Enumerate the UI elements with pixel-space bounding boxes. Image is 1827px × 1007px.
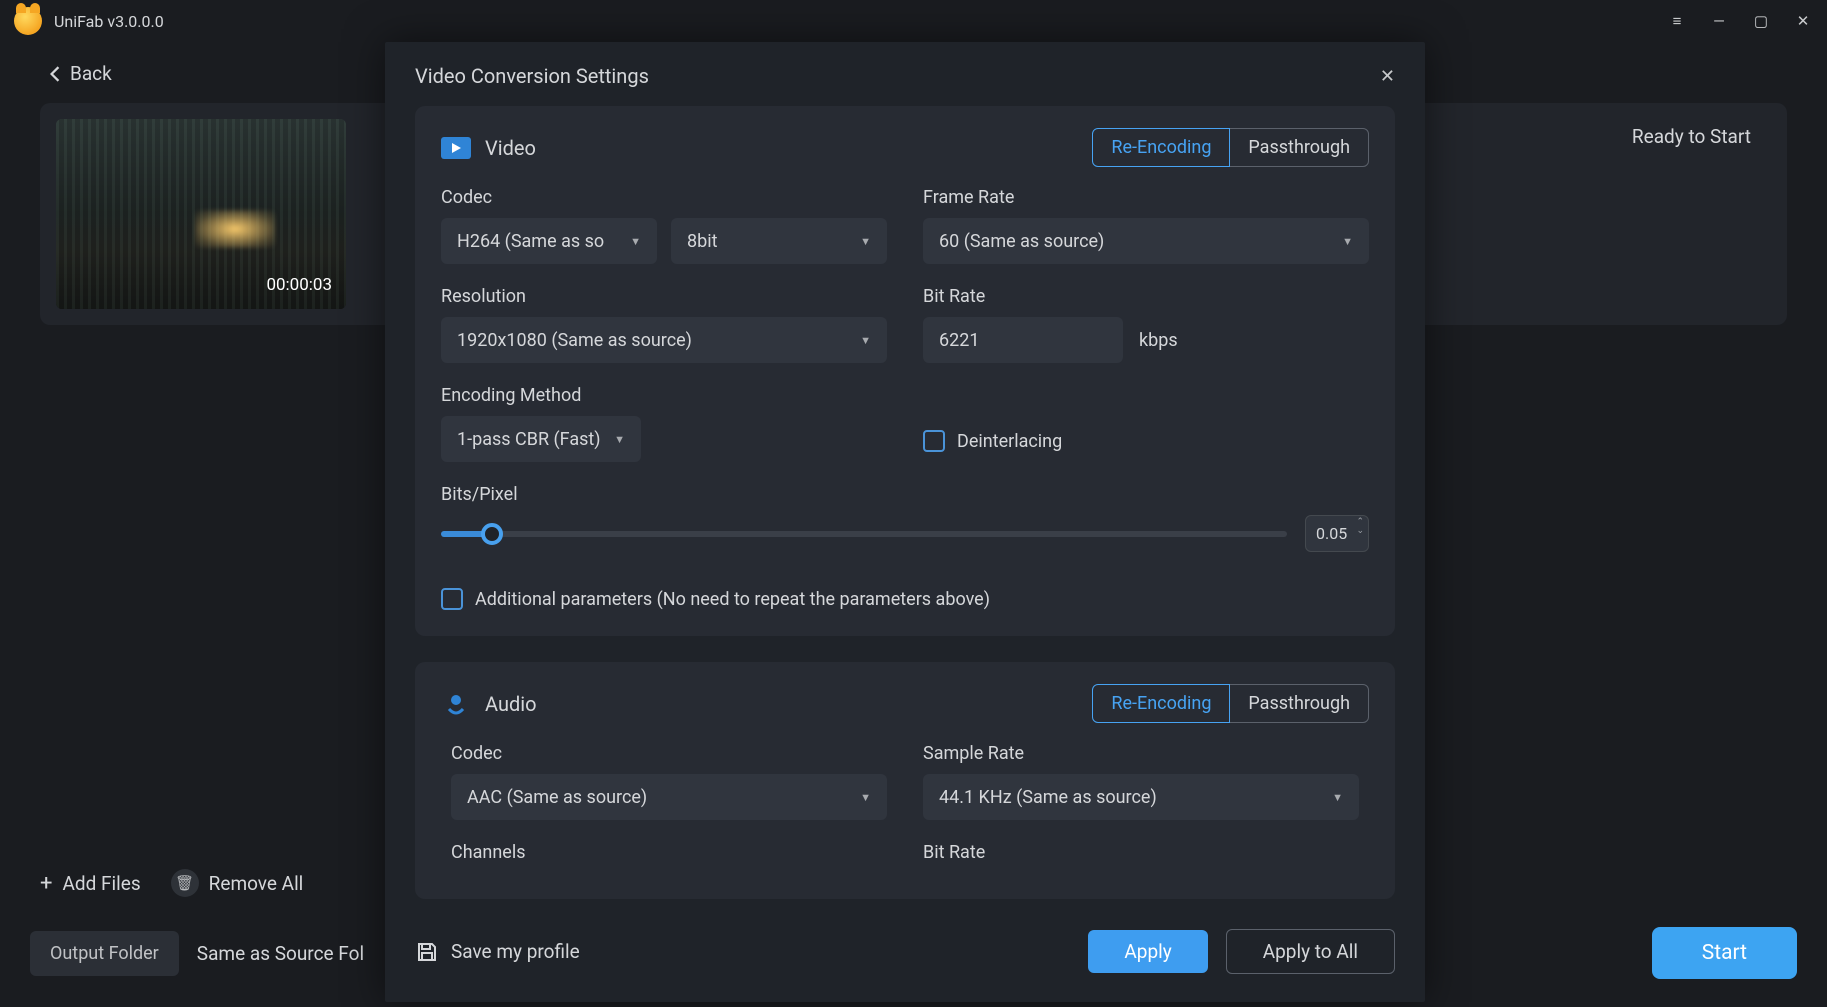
channels-label: Channels (451, 842, 887, 863)
chevron-down-icon: ▼ (614, 433, 625, 446)
deinterlacing-checkbox[interactable] (923, 430, 945, 452)
audio-codec-label: Codec (451, 743, 887, 764)
audio-passthrough-tab[interactable]: Passthrough (1229, 684, 1369, 723)
video-thumbnail[interactable]: 00:00:03 (56, 119, 346, 309)
resolution-label: Resolution (441, 286, 887, 307)
bitrate-label: Bit Rate (923, 286, 1369, 307)
audio-codec-select[interactable]: AAC (Same as source)▼ (451, 774, 887, 820)
bitrate-input[interactable]: 6221 (923, 317, 1123, 363)
audio-bitrate-label: Bit Rate (923, 842, 1359, 863)
output-folder-label[interactable]: Output Folder (30, 931, 179, 976)
bits-pixel-label: Bits/Pixel (441, 484, 1369, 505)
encoding-method-label: Encoding Method (441, 385, 887, 406)
maximize-button[interactable]: ▢ (1751, 11, 1771, 31)
bitrate-unit: kbps (1139, 330, 1178, 351)
file-status: Ready to Start (1632, 125, 1751, 148)
encoding-method-select[interactable]: 1-pass CBR (Fast)▼ (441, 416, 641, 462)
video-passthrough-tab[interactable]: Passthrough (1229, 128, 1369, 167)
resolution-select[interactable]: 1920x1080 (Same as source)▼ (441, 317, 887, 363)
framerate-select[interactable]: 60 (Same as source)▼ (923, 218, 1369, 264)
video-section-title: Video (485, 136, 536, 160)
back-label: Back (70, 62, 112, 85)
chevron-down-icon: ▼ (1332, 791, 1343, 804)
codec-label: Codec (441, 187, 887, 208)
video-bitdepth-select[interactable]: 8bit▼ (671, 218, 887, 264)
add-files-button[interactable]: + Add Files (40, 871, 141, 896)
audio-icon (441, 693, 471, 715)
remove-all-button[interactable]: 🗑 Remove All (171, 869, 304, 897)
chevron-down-icon: ▼ (860, 334, 871, 347)
close-button[interactable]: ✕ (1793, 11, 1813, 31)
menu-icon[interactable]: ≡ (1667, 11, 1687, 31)
back-icon (50, 66, 60, 82)
video-conversion-settings-dialog: Video Conversion Settings ✕ Video Re-Enc… (385, 42, 1425, 1002)
trash-icon: 🗑 (171, 869, 199, 897)
apply-button[interactable]: Apply (1088, 930, 1207, 973)
chevron-down-icon: ▼ (860, 791, 871, 804)
save-profile-button[interactable]: Save my profile (415, 940, 580, 964)
video-re-encoding-tab[interactable]: Re-Encoding (1092, 128, 1230, 167)
minimize-button[interactable]: — (1709, 11, 1729, 31)
bits-pixel-value[interactable]: 0.05 (1305, 515, 1369, 552)
start-button[interactable]: Start (1652, 927, 1797, 979)
video-codec-select[interactable]: H264 (Same as so▼ (441, 218, 657, 264)
audio-re-encoding-tab[interactable]: Re-Encoding (1092, 684, 1230, 723)
audio-section: Audio Re-Encoding Passthrough Codec AAC … (415, 662, 1395, 899)
titlebar: UniFab v3.0.0.0 ≡ — ▢ ✕ (0, 0, 1827, 42)
video-duration: 00:00:03 (266, 275, 332, 295)
bits-pixel-slider[interactable] (441, 531, 1287, 537)
chevron-down-icon: ▼ (1342, 235, 1353, 248)
plus-icon: + (40, 871, 52, 896)
video-section: Video Re-Encoding Passthrough Codec H264… (415, 106, 1395, 636)
output-folder-path: Same as Source Fol (197, 942, 364, 965)
audio-mode-toggle: Re-Encoding Passthrough (1092, 684, 1369, 723)
dialog-close-button[interactable]: ✕ (1380, 66, 1395, 87)
additional-params-label: Additional parameters (No need to repeat… (475, 589, 990, 610)
samplerate-label: Sample Rate (923, 743, 1359, 764)
save-icon (415, 940, 439, 964)
chevron-down-icon: ▼ (860, 235, 871, 248)
framerate-label: Frame Rate (923, 187, 1369, 208)
chevron-down-icon: ▼ (630, 235, 641, 248)
dialog-title: Video Conversion Settings (415, 64, 649, 88)
samplerate-select[interactable]: 44.1 KHz (Same as source)▼ (923, 774, 1359, 820)
audio-section-title: Audio (485, 692, 537, 716)
video-icon (441, 137, 471, 159)
app-title: UniFab v3.0.0.0 (54, 12, 164, 31)
deinterlacing-label: Deinterlacing (957, 431, 1062, 452)
app-logo-icon (14, 7, 42, 35)
video-mode-toggle: Re-Encoding Passthrough (1092, 128, 1369, 167)
apply-to-all-button[interactable]: Apply to All (1226, 929, 1395, 974)
additional-params-checkbox[interactable] (441, 588, 463, 610)
